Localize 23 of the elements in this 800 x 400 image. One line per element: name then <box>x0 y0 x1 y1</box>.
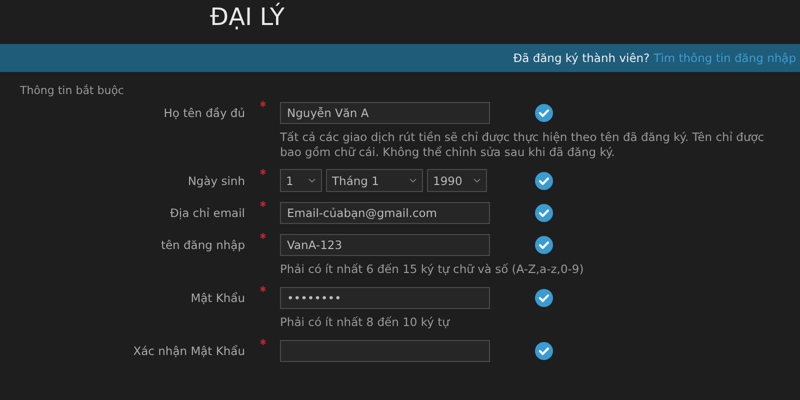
password-field[interactable]: •••••••• <box>280 286 490 308</box>
dropdown[interactable]: 1 <box>280 169 322 192</box>
chevron-icon <box>308 178 316 183</box>
field-hint: Phải có ít nhất 6 đến 15 ký tự chữ và số (A-Z,a-z,0-9) <box>280 262 585 277</box>
field-hint: Tất cả các giao dịch rút tiền sẽ chỉ được thực hiện theo tên đã đăng ký. Tên chỉ được bao gồm chữ cái. Không thể chỉnh sửa sau khi đã đăng ký. <box>280 130 766 160</box>
banner-question: Đã đăng ký thành viên? <box>513 51 650 65</box>
input-field[interactable]: Email-củabạn@gmail.com <box>280 202 490 224</box>
section-label: Thông tin bắt buộc <box>19 83 125 99</box>
input-field[interactable]: Nguyễn Văn A <box>280 102 490 124</box>
dropdown[interactable]: Tháng 1 <box>326 169 423 192</box>
page-title: ĐẠI LÝ <box>210 4 285 30</box>
field-label: Ngày sinh <box>186 174 245 188</box>
field-label: Địa chỉ email <box>169 206 245 220</box>
input-field[interactable]: VanA-123 <box>280 234 490 256</box>
field-label: tên đăng nhập <box>160 238 245 252</box>
field-label: Mật Khẩu <box>190 290 245 304</box>
chevron-icon <box>409 178 417 183</box>
password-field[interactable] <box>280 340 490 362</box>
field-hint: Phải có ít nhất 8 đến 10 ký tự <box>280 315 451 330</box>
dropdown[interactable]: 1990 <box>427 169 487 192</box>
field-label: Xác nhận Mật Khẩu <box>132 344 245 358</box>
field-label: Họ tên đầy đủ <box>162 106 245 120</box>
chevron-icon <box>473 178 481 183</box>
